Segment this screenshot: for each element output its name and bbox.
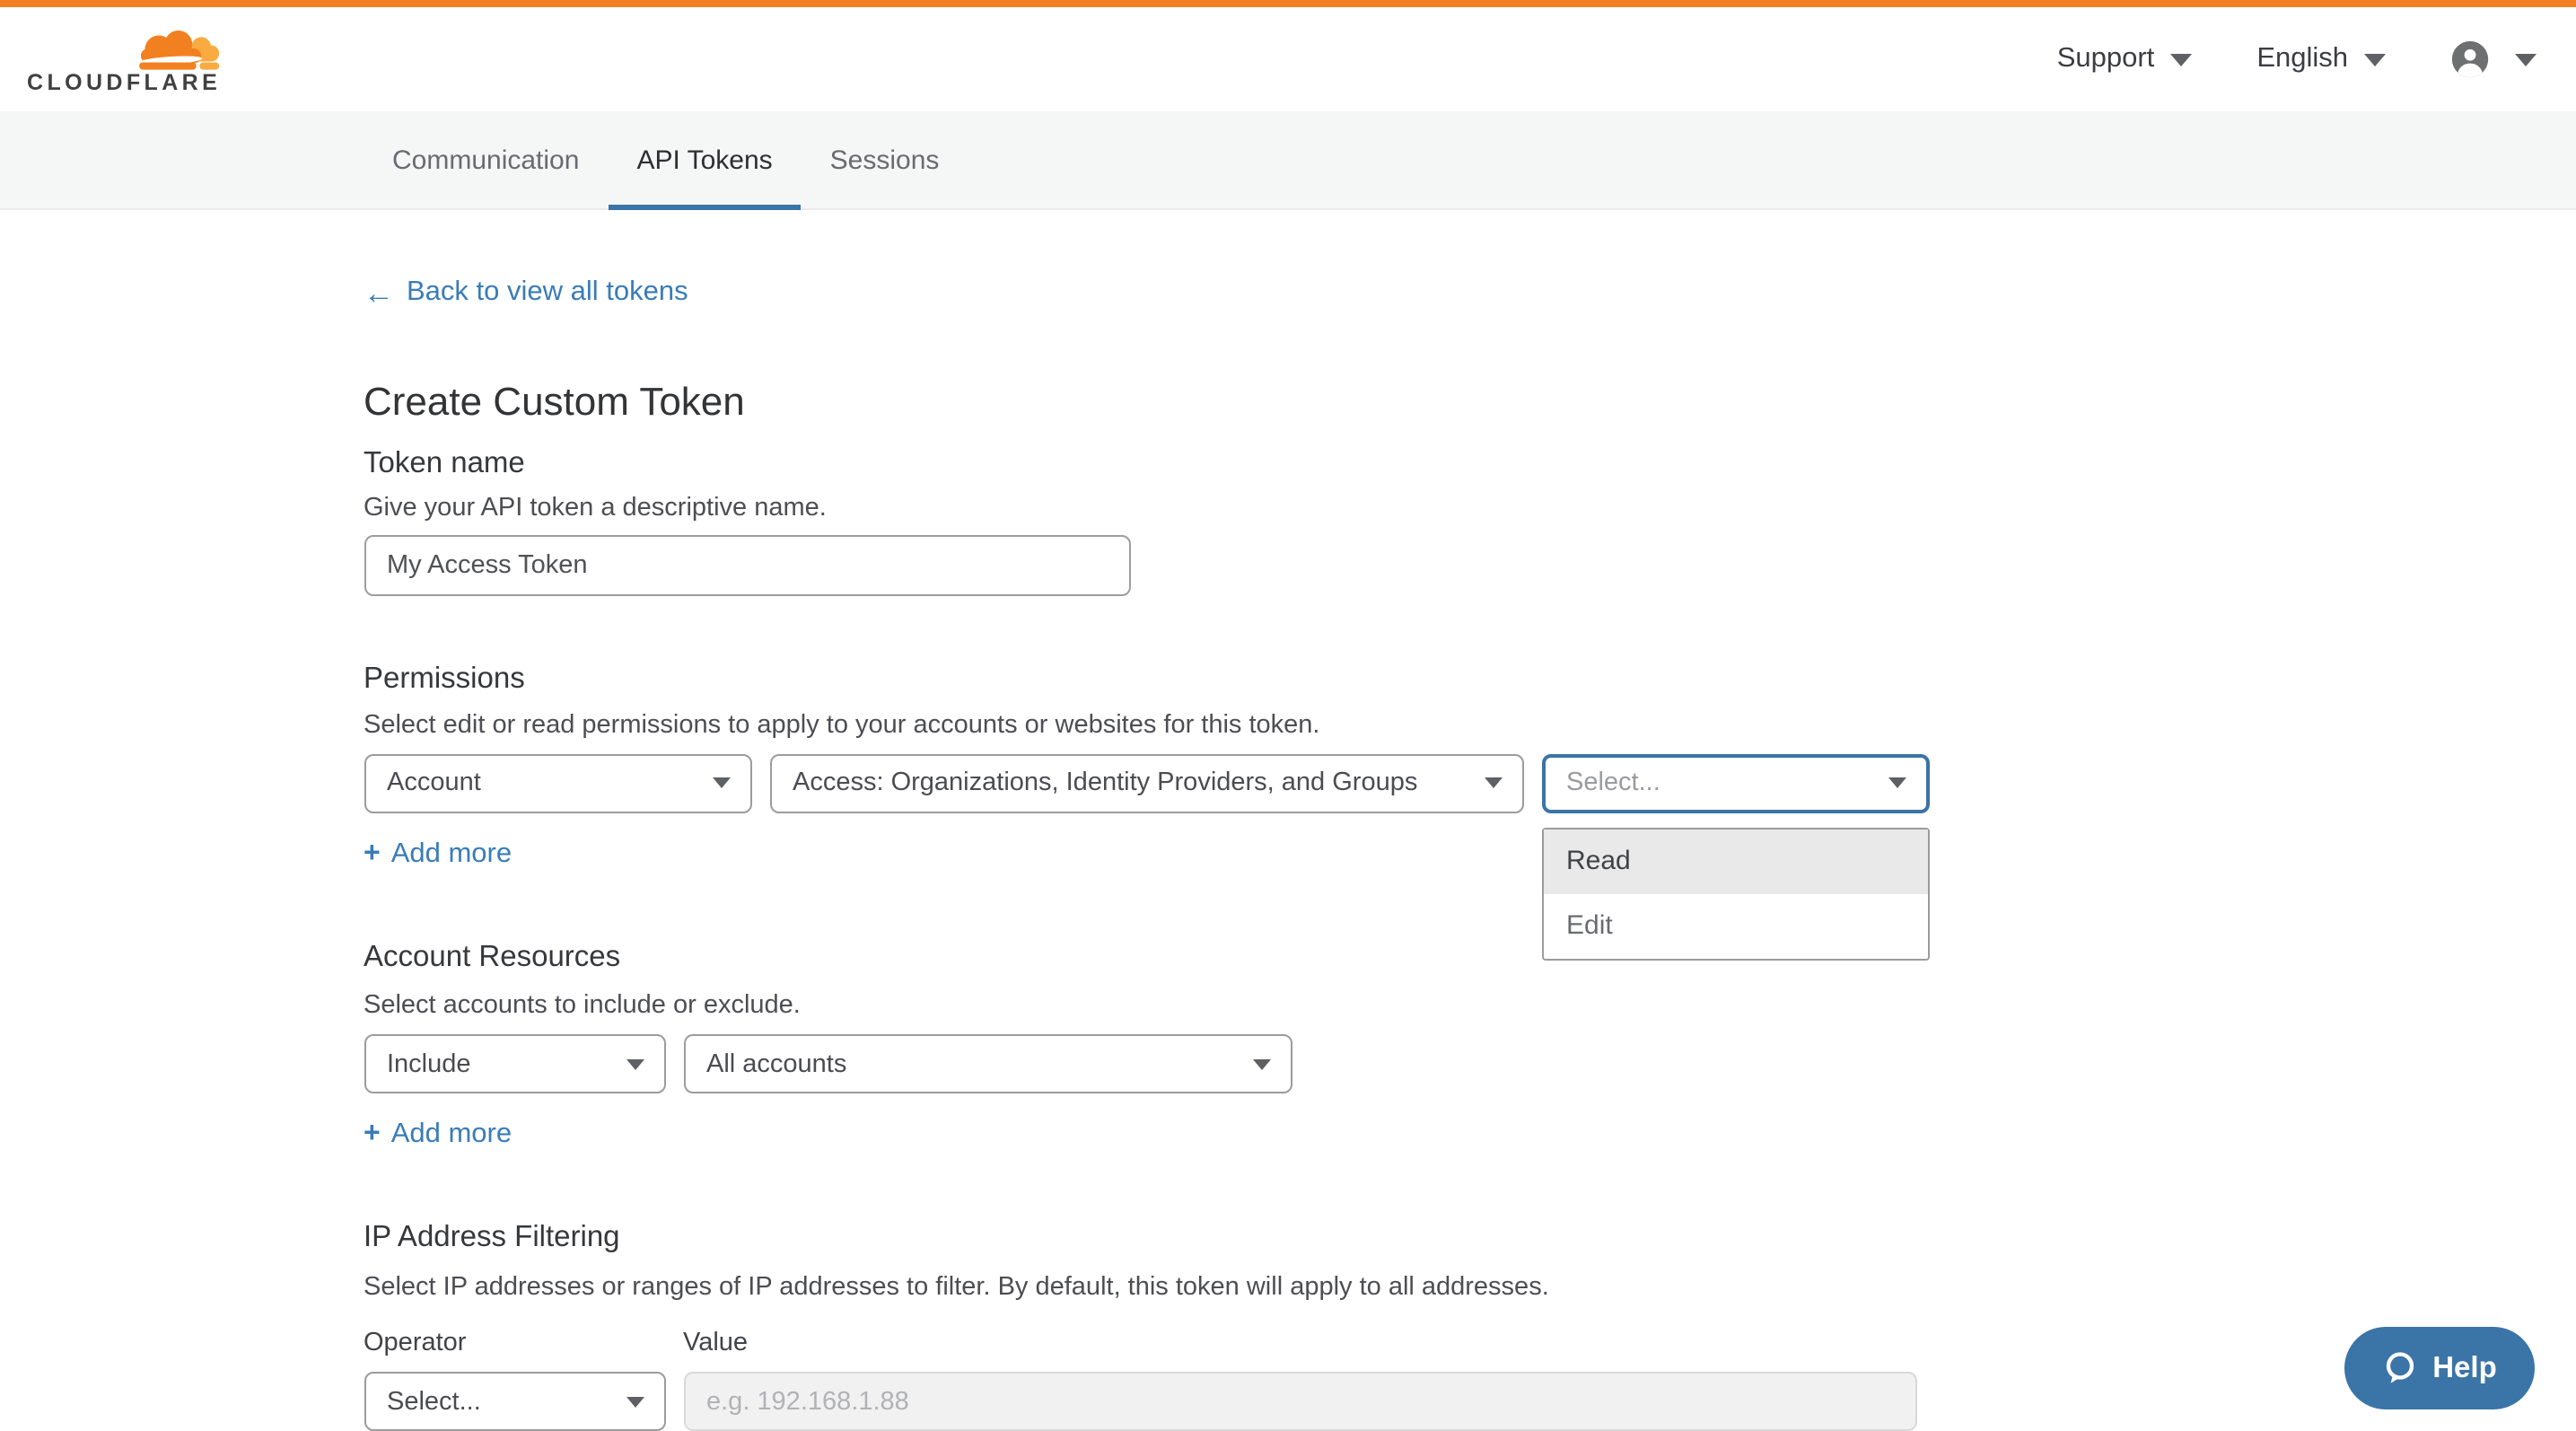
tab-label: API Tokens [636,145,772,175]
permissions-row: Account Access: Organizations, Identity … [364,754,2212,813]
value-column-label: Value [683,1329,748,1357]
ip-operator-select[interactable]: Select... [364,1372,665,1431]
ip-filtering-label: IP Address Filtering [364,1224,2212,1255]
support-menu-label: Support [2057,43,2155,75]
token-name-label: Token name [364,449,2212,480]
language-menu-label: English [2256,43,2348,75]
cloudflare-create-token-page: CLOUDFLARE Support English [0,0,2576,1431]
ip-filtering-column-labels: Operator Value [364,1329,2212,1357]
chevron-down-icon [626,1396,644,1407]
chevron-down-icon [1252,1059,1270,1070]
ip-filtering-description: Select IP addresses or ranges of IP addr… [364,1275,2212,1302]
top-accent-bar [0,0,2576,7]
account-resources-add-more-link[interactable]: + Add more [364,1119,512,1152]
language-menu[interactable]: English [2256,43,2386,75]
tab-api-tokens[interactable]: API Tokens [608,111,801,208]
resource-include-value: Include [387,1050,471,1079]
plus-icon: + [364,840,381,869]
user-avatar-icon [2450,40,2490,79]
permission-access-menu: Read Edit [1541,828,1929,961]
account-resources-row: Include All accounts [364,1035,2212,1094]
page-title: Create Custom Token [364,378,2212,426]
permissions-description: Select edit or read permissions to apply… [364,712,2212,739]
menu-item-edit[interactable]: Edit [1543,894,1927,959]
cloudflare-cloud-icon [131,28,221,71]
account-resources-description: Select accounts to include or exclude. [364,994,2212,1021]
chevron-down-icon [1484,778,1502,789]
add-more-label: Add more [391,1119,512,1152]
permission-group-select[interactable]: Access: Organizations, Identity Provider… [769,754,1523,813]
header: CLOUDFLARE Support English [0,7,2576,111]
permission-access-value: Select... [1566,769,1660,798]
ip-value-input[interactable] [683,1372,1916,1431]
permissions-label: Permissions [364,665,2212,697]
profile-tab-bar: Communication API Tokens Sessions [0,111,2576,210]
permissions-add-more-link[interactable]: + Add more [364,838,512,871]
chevron-down-icon [2364,53,2386,66]
account-resources-label: Account Resources [364,943,2212,974]
chevron-down-icon [1888,778,1906,789]
menu-item-read[interactable]: Read [1543,830,1927,894]
permission-scope-select[interactable]: Account [364,754,751,813]
chevron-down-icon [2515,53,2537,66]
support-menu[interactable]: Support [2057,43,2193,75]
tab-label: Communication [392,145,579,175]
account-menu[interactable] [2450,40,2537,79]
chevron-down-icon [626,1059,644,1070]
permission-access-select[interactable]: Select... [1541,754,1929,813]
add-more-label: Add more [391,838,512,871]
ip-filtering-controls: Select... [364,1372,2212,1431]
main-content: ← Back to view all tokens Create Custom … [364,210,2212,1431]
token-name-description: Give your API token a descriptive name. [364,496,2212,522]
tab-communication[interactable]: Communication [364,111,608,208]
chat-bubble-icon [2382,1350,2418,1386]
operator-column-label: Operator [364,1329,683,1357]
tab-label: Sessions [830,145,940,175]
help-button-label: Help [2432,1351,2497,1385]
permission-scope-value: Account [387,769,481,798]
resource-include-select[interactable]: Include [364,1035,665,1094]
cloudflare-logo[interactable]: CLOUDFLARE [27,28,221,95]
chevron-down-icon [712,778,730,789]
plus-icon: + [364,1121,381,1150]
resource-accounts-value: All accounts [706,1050,846,1079]
token-name-input[interactable] [364,536,1130,597]
header-nav: Support English [2057,40,2537,79]
tabs: Communication API Tokens Sessions [364,111,2212,208]
help-button[interactable]: Help [2344,1327,2535,1409]
permission-group-value: Access: Organizations, Identity Provider… [793,769,1417,798]
resource-accounts-select[interactable]: All accounts [683,1035,1292,1094]
ip-operator-value: Select... [387,1387,481,1416]
tab-sessions[interactable]: Sessions [802,111,968,208]
back-link-label: Back to view all tokens [407,277,688,309]
chevron-down-icon [2170,53,2192,66]
brand-wordmark: CLOUDFLARE [27,73,221,95]
back-link[interactable]: ← Back to view all tokens [364,277,688,309]
back-arrow-icon: ← [364,277,394,308]
